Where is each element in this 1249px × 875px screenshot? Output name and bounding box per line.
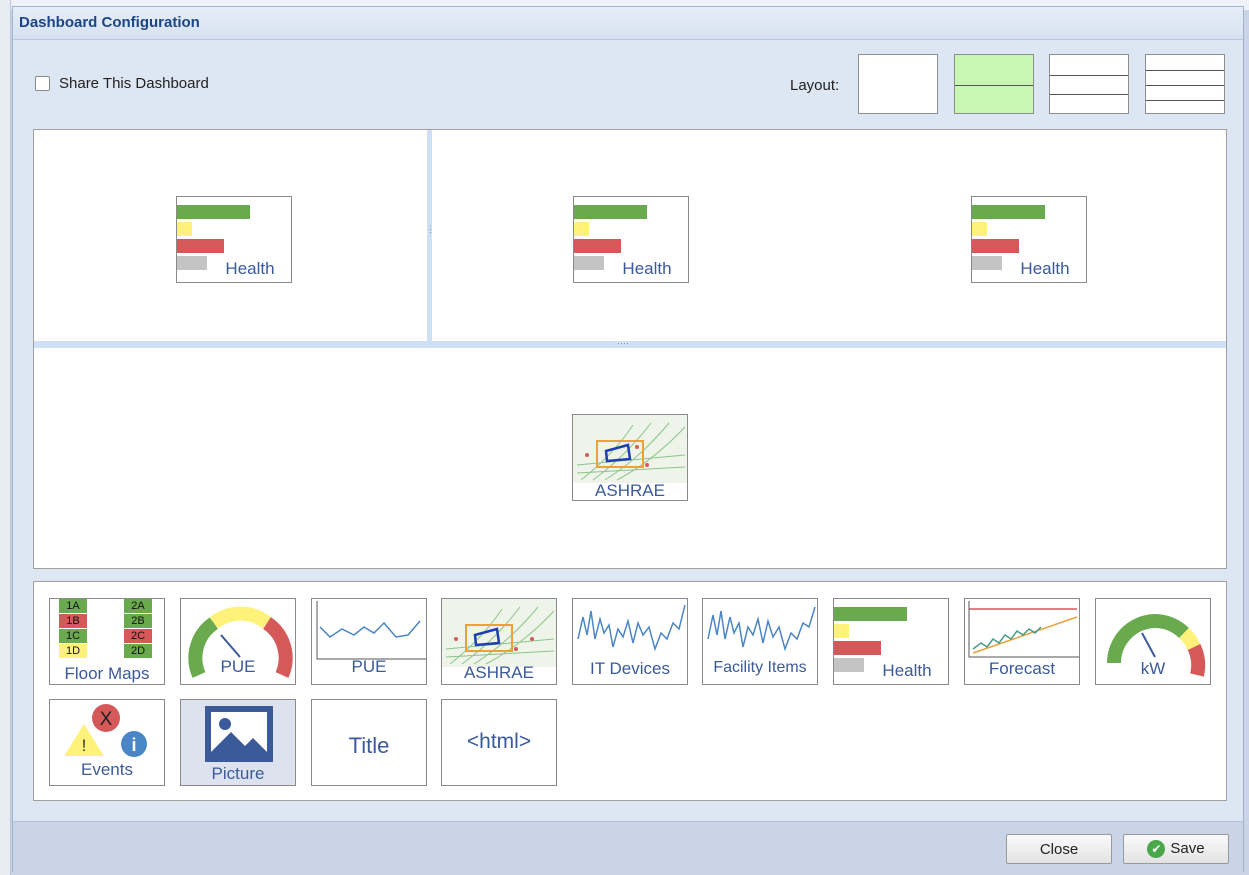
health-bar-green [972,205,1045,219]
palette-widget-ashrae[interactable]: ASHRAE [441,598,557,685]
canvas-widget-ashrae[interactable]: ASHRAE [572,414,688,501]
ashrae-chart-icon [573,415,687,483]
splitter-grip-icon: ⋮ [426,224,435,234]
health-bar-yellow [574,222,589,236]
canvas-widget-health-1[interactable]: Health [176,196,292,283]
palette-widget-health[interactable]: Health [833,598,949,685]
layout-divider [1050,94,1128,95]
health-bar-yellow [177,222,192,236]
health-bar-red [972,239,1019,253]
share-checkbox[interactable] [35,76,50,91]
vertical-splitter[interactable]: ⋮ [426,130,435,341]
dialog-title-bar[interactable]: Dashboard Configuration [13,7,1243,40]
widget-label: Title [348,733,390,758]
palette-widget-kw-gauge[interactable]: kW [1095,598,1211,685]
health-bar-red [574,239,621,253]
widget-palette: 1A 2A 1B 2B 1C 2C 1D 2D Floor Maps PUE P… [33,581,1227,801]
layout-divider [955,85,1033,86]
widget-label: IT Devices [590,659,670,678]
dashboard-canvas: ⋮ ···· Health Health Health ASHRAE [33,129,1227,569]
widget-label: kW [1140,659,1166,678]
health-bar-yellow [834,624,849,638]
splitter-grip-icon: ···· [617,338,629,348]
health-bar-red [177,239,224,253]
floor-map-cell: 1B [59,614,87,628]
widget-label: PUE [351,657,387,676]
layout-option-1-pane[interactable] [858,54,938,114]
widget-label: Health [1020,259,1070,278]
horizontal-splitter[interactable]: ···· [34,338,1226,348]
save-button-label: Save [1170,839,1205,857]
layout-label: Layout: [790,77,840,94]
palette-widget-pue-trend[interactable]: PUE [311,598,427,685]
events-info-glyph: i [131,735,136,755]
save-check-icon: ✔ [1147,840,1166,859]
widget-label: Forecast [988,659,1056,678]
layout-option-2-rows[interactable] [954,54,1034,114]
background-window-edge [0,0,11,875]
canvas-widget-health-3[interactable]: Health [971,196,1087,283]
health-bar-yellow [972,222,987,236]
palette-widget-events[interactable]: ! X i Events [49,699,165,786]
share-dashboard-row[interactable]: Share This Dashboard [35,75,209,92]
floor-map-cell: 2D [124,644,152,658]
canvas-widget-health-2[interactable]: Health [573,196,689,283]
palette-widget-html[interactable]: <html> [441,699,557,786]
ashrae-chart-icon [442,599,556,667]
health-bar-green [834,607,907,621]
save-button[interactable]: ✔ Save [1123,834,1229,864]
dashboard-config-dialog: Dashboard Configuration Share This Dashb… [12,6,1244,874]
events-warning-glyph: ! [82,736,87,755]
widget-label: Health [225,259,275,278]
close-button[interactable]: Close [1006,834,1112,864]
floor-map-cell: 1D [59,644,87,658]
palette-widget-title[interactable]: Title [311,699,427,786]
floor-map-cell: 2A [124,599,152,613]
widget-label: Health [882,661,932,680]
layout-divider [1050,75,1128,76]
widget-label: Picture [211,764,265,783]
share-label: Share This Dashboard [59,75,209,92]
palette-widget-it-devices[interactable]: IT Devices [572,598,688,685]
health-bar-red [834,641,881,655]
floor-map-cell: 1A [59,599,87,613]
floor-map-cell: 2B [124,614,152,628]
layout-option-4-rows[interactable] [1145,54,1225,114]
health-bar-green [574,205,647,219]
widget-label: PUE [220,657,256,676]
widget-label: Floor Maps [64,664,150,683]
widget-label: Health [622,259,672,278]
floor-map-cell: 2C [124,629,152,643]
palette-widget-pue-gauge[interactable]: PUE [180,598,296,685]
widget-label: <html> [466,730,532,753]
palette-widget-floor-maps[interactable]: 1A 2A 1B 2B 1C 2C 1D 2D Floor Maps [49,598,165,685]
layout-divider [1146,100,1224,101]
palette-widget-forecast[interactable]: Forecast [964,598,1080,685]
dialog-footer: Close ✔ Save [13,821,1243,874]
widget-label: Facility Items [713,659,807,676]
palette-widget-facility-items[interactable]: Facility Items [702,598,818,685]
layout-divider [1146,85,1224,86]
health-bar-green [177,205,250,219]
widget-label: Events [81,760,133,779]
events-error-glyph: X [100,709,113,730]
widget-label: ASHRAE [464,663,534,682]
layout-divider [1146,70,1224,71]
floor-map-cell: 1C [59,629,87,643]
palette-widget-picture[interactable]: Picture [180,699,296,786]
widget-label: ASHRAE [595,481,665,500]
dialog-title: Dashboard Configuration [19,14,200,31]
layout-option-3-rows[interactable] [1049,54,1129,114]
